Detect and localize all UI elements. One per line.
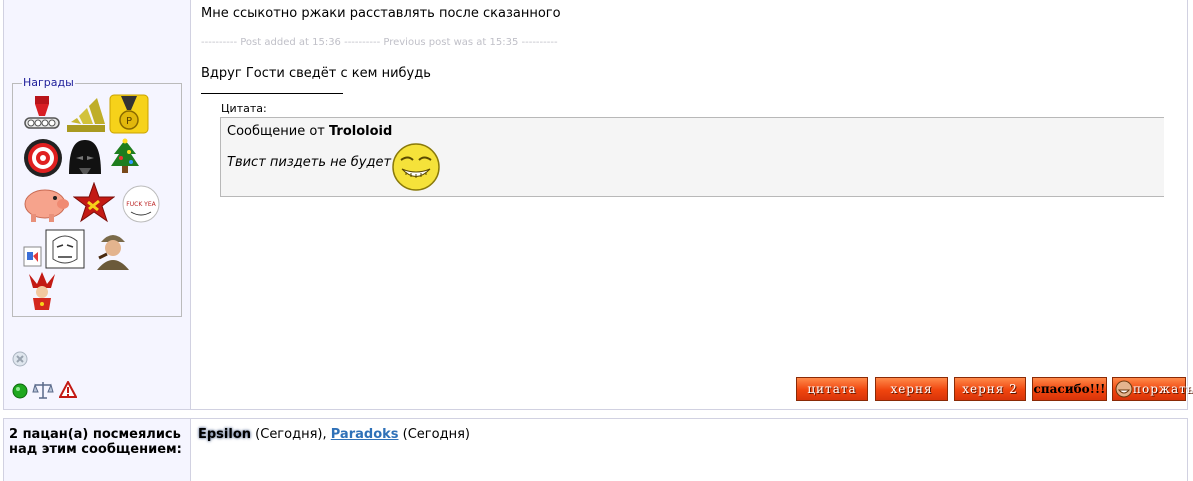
user-paradoks-when: (Сегодня) [398, 427, 470, 442]
signature-divider [201, 93, 343, 94]
christmas-tree-icon[interactable] [109, 138, 141, 178]
target-face-icon[interactable] [23, 138, 63, 178]
jester-icon[interactable] [25, 270, 59, 312]
laughing-face-icon [1115, 380, 1133, 398]
quote-from-prefix: Сообщение от [227, 124, 329, 139]
quote-attribution: Сообщение от Trololoid [227, 124, 392, 139]
post-message: Мне ссыкотно ржаки расставлять после ска… [198, 0, 1193, 409]
troll-smiley-icon [392, 143, 440, 191]
user-epsilon-when: (Сегодня), [251, 427, 331, 442]
laugh-button[interactable]: поржать [1112, 377, 1193, 401]
user-link-paradoks[interactable]: Paradoks [331, 427, 399, 442]
awards-legend: Награды [22, 76, 75, 90]
scales-icon[interactable] [32, 380, 54, 400]
user-link-epsilon[interactable]: Epsilon [198, 427, 251, 442]
post-sidebar: Награды P FUCK YEA [4, 0, 191, 409]
soviet-star-icon[interactable] [73, 182, 115, 224]
reputation-disabled-icon[interactable] [11, 350, 29, 368]
post-merge-separator: ---------- Post added at 15:36 ---------… [201, 37, 558, 48]
svg-text:FUCK YEA: FUCK YEA [126, 201, 156, 208]
herya-2-button[interactable]: херня 2 [954, 377, 1026, 401]
darth-vader-icon[interactable] [65, 138, 105, 178]
brass-knuckles-medal-icon[interactable] [23, 96, 61, 134]
rage-face-icon[interactable] [45, 229, 85, 269]
quote-button[interactable]: цитата [796, 377, 868, 401]
broken-image-icon[interactable] [23, 246, 43, 268]
laughs-row: 2 пацан(а) посмеялись над этим сообщение… [3, 418, 1188, 481]
quote-box: Сообщение от Trololoid Твист пиздеть не … [220, 117, 1164, 197]
svg-text:P: P [126, 116, 132, 127]
sherlock-holmes-icon[interactable] [93, 228, 133, 270]
herya-button[interactable]: херня [875, 377, 948, 401]
quote-title: Цитата: [221, 102, 267, 115]
gold-medal-p-icon[interactable]: P [109, 94, 149, 134]
thanks-button[interactable]: спасибо!!! [1032, 377, 1107, 401]
quote-text-content: Твист пиздеть не будет [227, 155, 392, 170]
laughs-user-list: Epsilon (Сегодня), Paradoks (Сегодня) [198, 427, 470, 442]
post-container: Награды P FUCK YEA Мне ссыкотно ржаки ра… [3, 0, 1193, 410]
adidas-logo-icon[interactable] [65, 96, 107, 134]
quote-text: Твист пиздеть не будет [227, 155, 391, 170]
post-text-line-1: Мне ссыкотно ржаки расставлять после ска… [201, 6, 561, 21]
meme-face-icon[interactable]: FUCK YEA [121, 184, 161, 224]
laugh-button-label: поржать [1133, 382, 1193, 396]
online-status-icon [12, 383, 28, 399]
report-post-icon[interactable] [59, 381, 77, 399]
post-text-line-2: Вдруг Гости сведёт с кем нибудь [201, 66, 431, 81]
quote-author[interactable]: Trololoid [329, 124, 392, 139]
pig-icon[interactable] [21, 182, 71, 224]
laughs-count-label: 2 пацан(а) посмеялись над этим сообщение… [4, 419, 191, 481]
awards-box: Награды P FUCK YEA [12, 76, 182, 317]
